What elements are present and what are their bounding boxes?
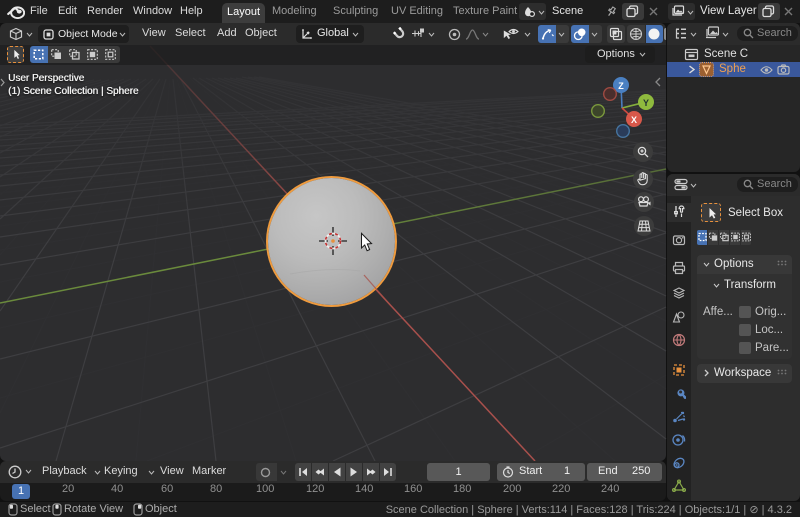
svg-text:X: X bbox=[631, 115, 637, 125]
svg-text:Y: Y bbox=[643, 98, 649, 108]
svg-text:Z: Z bbox=[618, 81, 624, 91]
